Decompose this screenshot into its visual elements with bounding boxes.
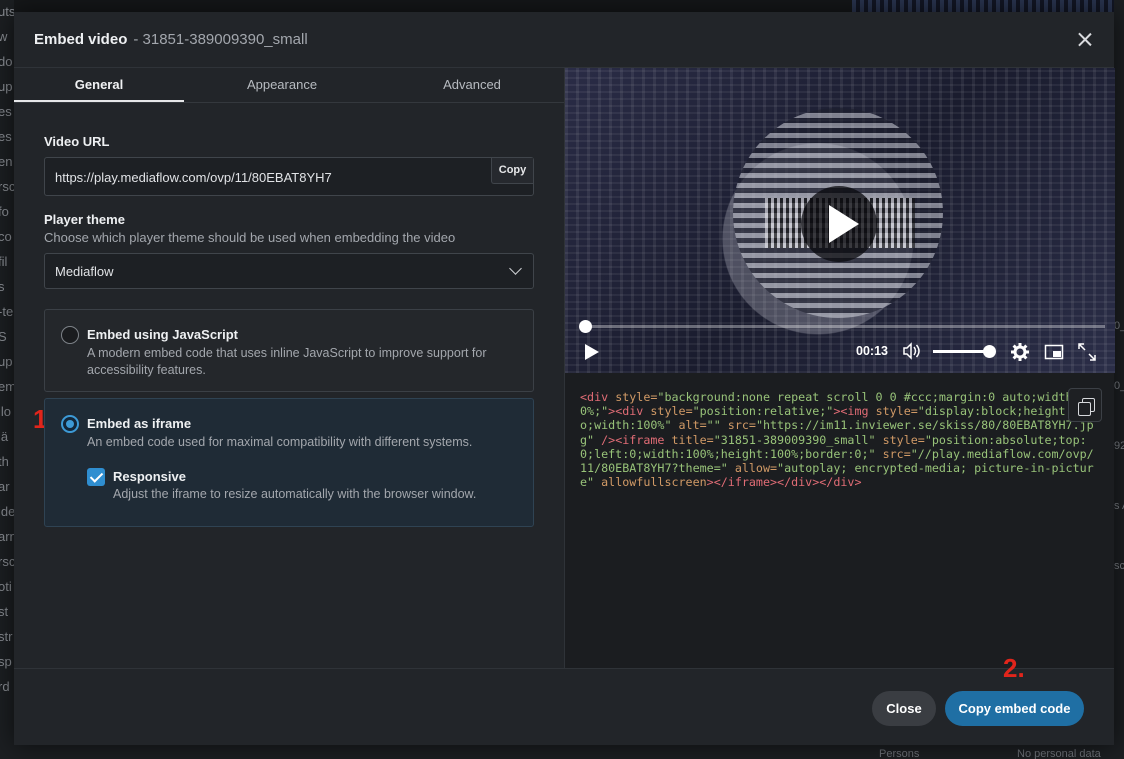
- background-sidebar-fragment: -te: [0, 304, 14, 319]
- player-theme-label: Player theme: [44, 212, 125, 227]
- embed-code-block: <div style="background:none repeat scrol…: [580, 390, 1094, 490]
- modal-title: Embed video: [34, 31, 128, 48]
- video-url-field[interactable]: https://play.mediaflow.com/ovp/11/80EBAT…: [44, 157, 534, 196]
- background-sidebar-fragment: es: [0, 129, 12, 144]
- background-sidebar-fragment: oti: [0, 579, 12, 594]
- tab-bar: General Appearance Advanced: [14, 68, 564, 103]
- background-sidebar-fragment: em: [0, 379, 14, 394]
- responsive-checkbox[interactable]: [87, 468, 105, 486]
- background-sidebar-fragment: co: [0, 229, 12, 244]
- close-button[interactable]: Close: [872, 691, 936, 726]
- background-sidebar-fragment: st: [0, 604, 9, 619]
- background-sidebar-fragment: ilo: [0, 404, 12, 419]
- settings-pane: General Appearance Advanced Video URL ht…: [14, 68, 564, 668]
- background-sidebar-fragment: en: [0, 154, 13, 169]
- background-panel-fragment: 0_: [1114, 320, 1124, 332]
- tab-appearance[interactable]: Appearance: [184, 68, 380, 102]
- close-icon[interactable]: [1074, 29, 1096, 51]
- modal-footer: 2. Close Copy embed code: [14, 653, 1114, 745]
- background-sidebar-fragment: do: [0, 54, 13, 69]
- embed-javascript-description: A modern embed code that uses inline Jav…: [87, 346, 487, 377]
- volume-slider[interactable]: [933, 345, 996, 358]
- embed-iframe-description: An embed code used for maximal compatibi…: [87, 435, 473, 449]
- modal-header: Embed video - 31851-389009390_small: [14, 12, 1114, 68]
- player-theme-select[interactable]: Mediaflow: [44, 253, 534, 289]
- background-sidebar-fragment: rsc: [0, 554, 14, 569]
- copy-code-icon[interactable]: [1068, 388, 1102, 422]
- embed-iframe-title: Embed as iframe: [87, 416, 192, 431]
- copy-embed-code-button[interactable]: Copy embed code: [945, 691, 1084, 726]
- picture-in-picture-icon[interactable]: [1044, 342, 1064, 362]
- background-panel-fragment: 92: [1114, 440, 1124, 452]
- volume-icon[interactable]: [902, 342, 922, 360]
- player-theme-value: Mediaflow: [55, 264, 114, 279]
- copy-url-button[interactable]: Copy: [491, 158, 533, 184]
- big-play-icon[interactable]: [801, 186, 877, 262]
- background-sidebar-fragment: up: [0, 79, 13, 94]
- background-footer: Persons No personal data: [14, 745, 1114, 759]
- background-sidebar-fragment: fil: [0, 254, 8, 269]
- preview-pane: 00:13 <div style="background:none repeat…: [564, 68, 1115, 668]
- video-url-value: https://play.mediaflow.com/ovp/11/80EBAT…: [55, 170, 332, 185]
- background-sidebar-fragment: sp: [0, 654, 12, 669]
- fullscreen-icon[interactable]: [1077, 342, 1097, 362]
- background-sidebar-fragment: str: [0, 629, 13, 644]
- responsive-description: Adjust the iframe to resize automaticall…: [113, 487, 477, 501]
- background-thumbnail: [852, 0, 1124, 12]
- background-panel-fragment: 0_: [1114, 380, 1124, 392]
- background-sidebar-fragment: up: [0, 354, 13, 369]
- radio-embed-iframe[interactable]: [61, 415, 79, 433]
- radio-embed-javascript[interactable]: [61, 326, 79, 344]
- background-sidebar-fragment: rsc: [0, 179, 14, 194]
- tab-general[interactable]: General: [14, 68, 184, 102]
- embed-iframe-option[interactable]: Embed as iframe An embed code used for m…: [44, 398, 534, 527]
- background-panel-fragment: sc: [1114, 560, 1124, 572]
- progress-bar[interactable]: [579, 320, 1105, 333]
- modal-subtitle: - 31851-389009390_small: [133, 31, 308, 48]
- embed-video-modal: Embed video - 31851-389009390_small Gene…: [14, 12, 1115, 745]
- background-sidebar-fragment: s: [0, 279, 5, 294]
- gear-icon[interactable]: [1010, 342, 1030, 362]
- player-theme-help: Choose which player theme should be used…: [44, 230, 456, 245]
- responsive-title: Responsive: [113, 469, 186, 484]
- background-sidebar-fragment: ar: [0, 479, 10, 494]
- background-sidebar-fragment: rd: [0, 679, 10, 694]
- tab-advanced[interactable]: Advanced: [380, 68, 564, 102]
- background-sidebar-fragment: lä: [0, 429, 9, 444]
- background-sidebar-fragment: S: [0, 329, 7, 344]
- background-panel-fragment: s A: [1114, 500, 1124, 512]
- chevron-down-icon: [509, 262, 522, 275]
- background-sidebar-fragment: ide: [0, 504, 14, 519]
- background-personal-data-label: No personal data: [1017, 748, 1101, 759]
- annotation-step-2: 2.: [1003, 653, 1025, 683]
- video-url-label: Video URL: [44, 134, 110, 149]
- background-sidebar-fragment: th: [0, 454, 9, 469]
- current-time: 00:13: [856, 344, 888, 358]
- video-player[interactable]: 00:13: [565, 68, 1115, 373]
- background-sidebar-fragment: fo: [0, 204, 9, 219]
- background-sidebar: uts w do up es es en rsc fo co fil s -te Sup em ilo lä th…: [0, 0, 14, 759]
- background-persons-label: Persons: [879, 748, 920, 759]
- background-right-panel: 0_ 0_ 92 s A sc: [1114, 0, 1124, 759]
- play-icon[interactable]: [585, 344, 599, 360]
- background-sidebar-fragment: es: [0, 104, 12, 119]
- embed-javascript-title: Embed using JavaScript: [87, 327, 238, 342]
- background-sidebar-fragment: uts: [0, 4, 14, 19]
- volume-knob[interactable]: [983, 345, 996, 358]
- background-sidebar-fragment: arn: [0, 529, 14, 544]
- background-sidebar-fragment: w: [0, 29, 8, 44]
- embed-javascript-option[interactable]: Embed using JavaScript A modern embed co…: [44, 309, 534, 392]
- progress-knob[interactable]: [579, 320, 592, 333]
